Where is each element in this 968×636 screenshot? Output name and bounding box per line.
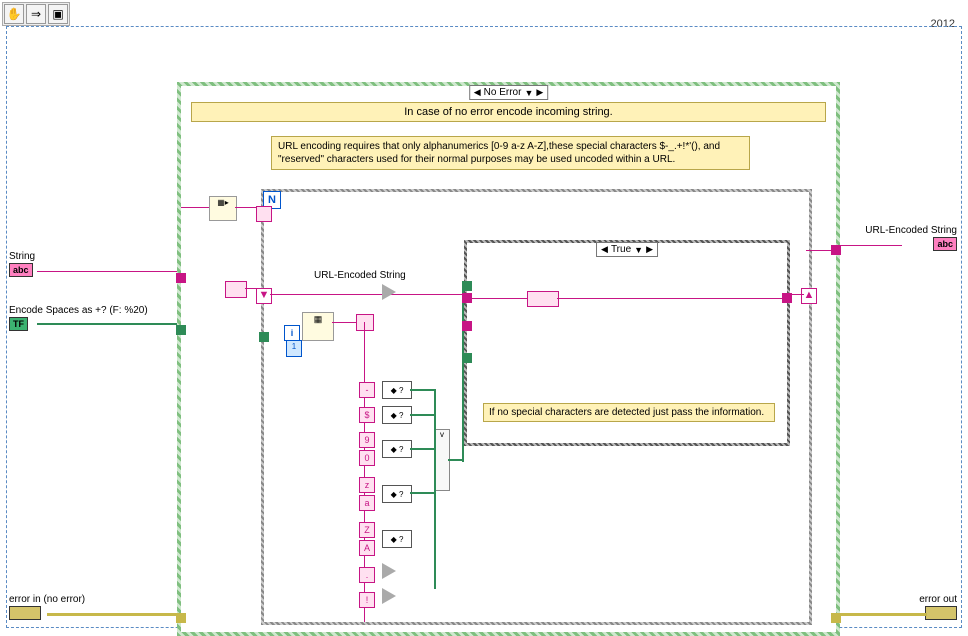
- wire-sr-to-case: [270, 294, 464, 295]
- range-check-0[interactable]: [382, 381, 412, 399]
- char-const-4[interactable]: z: [359, 477, 375, 493]
- toolbar: ✋ ⇒ ▣: [2, 2, 70, 26]
- error-out-label: error out: [919, 594, 957, 605]
- error-out-terminal: error out: [919, 594, 957, 623]
- wire-into-s2ba: [181, 207, 209, 208]
- gwire-3: [410, 492, 434, 494]
- inner-concat-node[interactable]: [527, 291, 559, 307]
- case-inner-dropdown-icon[interactable]: ▼: [634, 245, 643, 255]
- shift-register-left: ▼: [256, 288, 272, 304]
- char-const-9[interactable]: !: [359, 592, 375, 608]
- case-inner-next-icon[interactable]: ▶: [646, 244, 653, 255]
- tunnel-bool-in: [176, 325, 186, 335]
- error-cluster-in-icon: [9, 606, 41, 620]
- inner-tunnel-str-out: [782, 293, 792, 303]
- for-loop[interactable]: N i ▼ ▲ URL-Encoded String ▦ 1 -: [261, 189, 812, 625]
- inner-wire-in: [467, 298, 527, 299]
- char-const-1[interactable]: $: [359, 407, 375, 423]
- string-wire: [37, 271, 177, 272]
- url-encoded-terminal: URL-Encoded String abc: [865, 225, 957, 251]
- tunnel-error-in: [176, 613, 186, 623]
- gwire-2: [410, 448, 434, 450]
- case-dropdown-icon[interactable]: ▼: [524, 88, 533, 98]
- autoindex-tunnel: [256, 206, 272, 222]
- shift-register-right: ▲: [801, 288, 817, 304]
- tunnel-string-in: [176, 273, 186, 283]
- string-type-icon: abc: [9, 263, 33, 277]
- char-const-0[interactable]: -: [359, 382, 375, 398]
- case-selector-inner[interactable]: ◀ True ▼ ▶: [596, 242, 658, 257]
- error-in-terminal: error in (no error): [9, 594, 85, 623]
- encode-spaces-label: Encode Spaces as +? (F: %20): [9, 305, 148, 316]
- for-loop-i: i: [284, 325, 300, 341]
- range-check-1[interactable]: [382, 406, 412, 424]
- char-const-8[interactable]: .: [359, 567, 375, 583]
- boolean-type-icon: TF: [9, 317, 28, 331]
- highlight-tool-icon[interactable]: ▣: [48, 4, 68, 24]
- string-terminal: String abc: [9, 251, 35, 277]
- string-to-byte-array-node[interactable]: ▦▸: [209, 196, 237, 221]
- equal-node-1[interactable]: [382, 588, 396, 604]
- case-prev-icon[interactable]: ◀: [474, 87, 481, 98]
- case-structure-inner[interactable]: ◀ True ▼ ▶ If no special characters are …: [464, 240, 790, 446]
- case-structure-no-error[interactable]: ◀ No Error ▼ ▶ In case of no error encod…: [177, 82, 840, 636]
- vi-boundary: String abc Encode Spaces as +? (F: %20) …: [6, 26, 962, 628]
- arrow-tool-icon[interactable]: ⇒: [26, 4, 46, 24]
- string-terminal-label: String: [9, 251, 35, 262]
- range-check-4[interactable]: [382, 530, 412, 548]
- char-const-5[interactable]: a: [359, 495, 375, 511]
- inner-case-description: If no special characters are detected ju…: [483, 403, 775, 422]
- case-inner-selector-value: True: [611, 244, 631, 255]
- error-in-label: error in (no error): [9, 594, 85, 605]
- url-encoded-wire-label: URL-Encoded String: [314, 270, 406, 281]
- char-const-6[interactable]: Z: [359, 522, 375, 538]
- gwire-1: [410, 414, 434, 416]
- hand-tool-icon[interactable]: ✋: [4, 4, 24, 24]
- inner-tunnel-sel: [462, 281, 472, 291]
- tunnel-error-out: [831, 613, 841, 623]
- encode-spaces-terminal: Encode Spaces as +? (F: %20) TF: [9, 305, 148, 331]
- out-string-wire: [832, 245, 902, 246]
- range-check-2[interactable]: [382, 440, 412, 458]
- case-banner-text: In case of no error encode incoming stri…: [191, 102, 826, 122]
- char-const-2[interactable]: 9: [359, 432, 375, 448]
- string-subset-node[interactable]: ▦: [302, 312, 334, 341]
- bool-wire: [37, 323, 177, 325]
- case-selector-outer[interactable]: ◀ No Error ▼ ▶: [469, 85, 549, 100]
- for-bool-tunnel: [259, 332, 269, 342]
- gwire-0: [410, 389, 434, 391]
- constant-one[interactable]: 1: [286, 340, 302, 357]
- inner-tunnel-bool-in: [462, 353, 472, 363]
- url-encoded-type-icon: abc: [933, 237, 957, 251]
- char-const-3[interactable]: 0: [359, 450, 375, 466]
- url-encoded-label: URL-Encoded String: [865, 225, 957, 236]
- equal-node-0[interactable]: [382, 563, 396, 579]
- inner-tunnel-char-in: [462, 321, 472, 331]
- wire-loop-to-out: [806, 250, 834, 251]
- error-cluster-out-icon: [925, 606, 957, 620]
- case-selector-value: No Error: [484, 87, 522, 98]
- case-next-icon[interactable]: ▶: [536, 87, 543, 98]
- case-description: URL encoding requires that only alphanum…: [271, 136, 750, 170]
- inner-wire-out: [557, 298, 782, 299]
- empty-string-constant[interactable]: [225, 281, 247, 298]
- range-check-3[interactable]: [382, 485, 412, 503]
- char-const-7[interactable]: A: [359, 540, 375, 556]
- char-extract-node[interactable]: [356, 314, 374, 331]
- concat-strings-node[interactable]: [382, 284, 396, 300]
- gwire-spine: [434, 389, 436, 589]
- wire-subset-out: [332, 322, 357, 323]
- case-inner-prev-icon[interactable]: ◀: [601, 244, 608, 255]
